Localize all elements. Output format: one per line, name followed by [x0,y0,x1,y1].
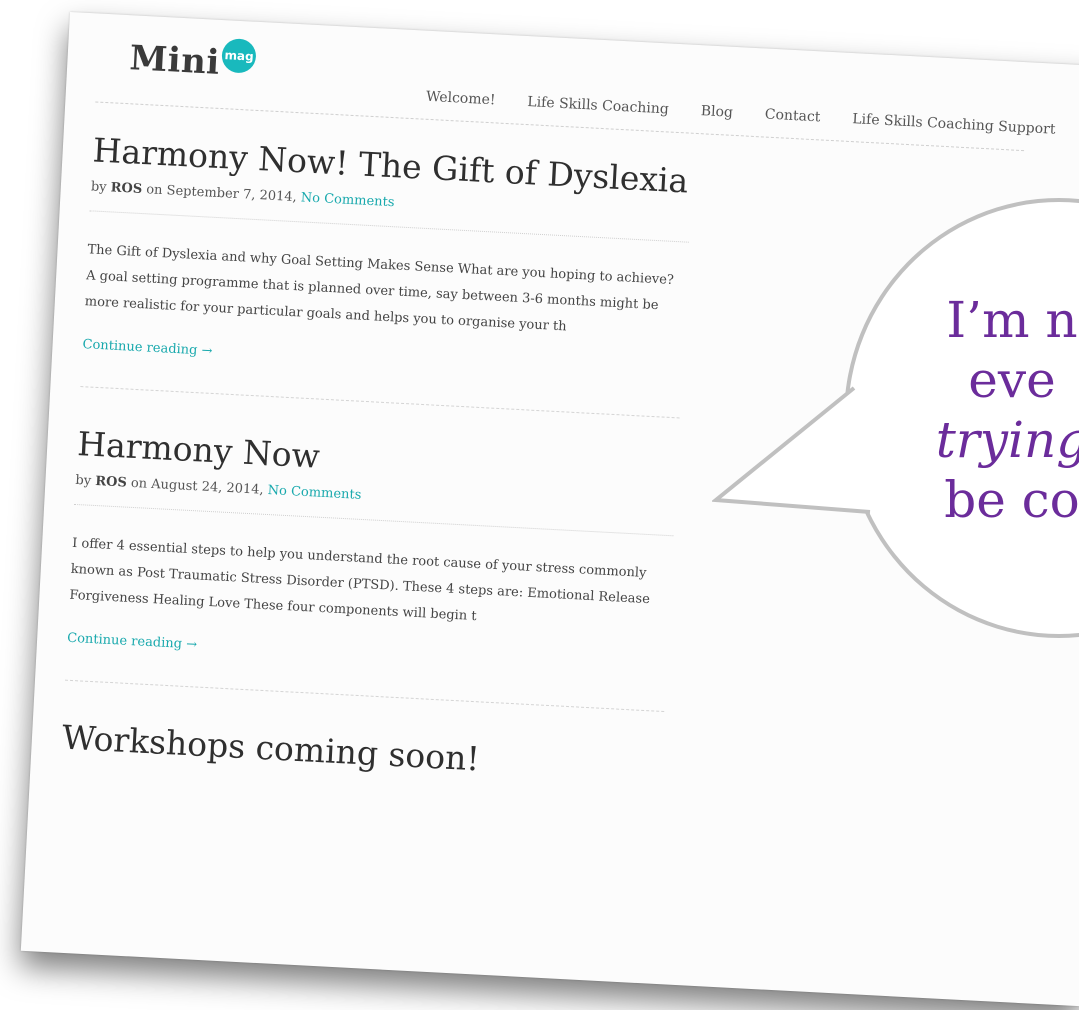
nav-item-blog[interactable]: Blog [700,103,733,121]
post-author[interactable]: ROS [110,180,142,197]
post-separator [65,679,665,712]
bubble-line-3: trying [935,411,1079,469]
bubble-line-2: eve [968,351,1056,409]
main-nav: Welcome! Life Skills Coaching Blog Conta… [426,89,1056,138]
post-list: Harmony Now! The Gift of Dyslexia by ROS… [61,130,693,787]
logo-badge: mag [221,38,257,74]
nav-item-life-skills-coaching-support[interactable]: Life Skills Coaching Support [852,111,1056,138]
post-date: September 7, 2014, [166,183,298,206]
post-author[interactable]: ROS [95,474,127,491]
meta-on: on [145,182,163,199]
post-title[interactable]: Workshops coming soon! [61,717,662,787]
speech-bubble: I’m n eve trying be co [712,198,1079,638]
post-item: Harmony Now by ROS on August 24, 2014, N… [65,424,678,712]
meta-by: by [75,472,92,489]
post-comments-link[interactable]: No Comments [267,483,361,503]
post-date: August 24, 2014, [150,476,264,498]
nav-item-welcome[interactable]: Welcome! [426,89,496,109]
site-logo[interactable]: Mini mag [128,38,257,83]
meta-by: by [90,179,107,196]
post-excerpt: I offer 4 essential steps to help you un… [69,535,651,624]
post-comments-link[interactable]: No Comments [300,190,394,210]
stage: Mini mag Welcome! Life Skills Coaching B… [0,0,1079,1010]
continue-reading-link[interactable]: Continue reading → [67,631,198,653]
logo-text: Mini [128,38,221,83]
nav-item-life-skills-coaching[interactable]: Life Skills Coaching [527,94,669,117]
post-excerpt: The Gift of Dyslexia and why Goal Settin… [84,242,675,335]
post-item: Harmony Now! The Gift of Dyslexia by ROS… [80,130,693,419]
bubble-line-1: I’m n [946,291,1078,349]
bubble-line-4: be co [944,471,1079,529]
post-separator [80,385,680,419]
post-item: Workshops coming soon! [61,717,662,787]
nav-item-contact[interactable]: Contact [764,107,820,126]
meta-on: on [130,475,148,492]
speech-bubble-text: I’m n eve trying be co [862,290,1079,530]
continue-reading-link[interactable]: Continue reading → [82,337,213,359]
